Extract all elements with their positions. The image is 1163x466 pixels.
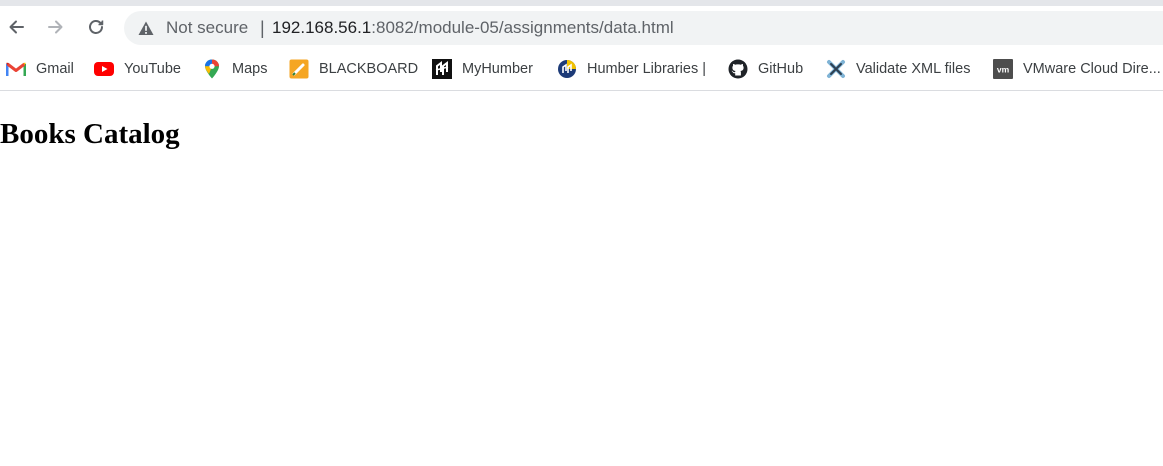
bookmark-label: YouTube xyxy=(124,61,181,77)
forward-button[interactable] xyxy=(41,12,71,42)
github-icon xyxy=(728,59,748,79)
bookmark-label: Humber Libraries | xyxy=(587,61,707,77)
bookmark-github[interactable]: GitHub xyxy=(728,50,803,88)
bookmark-gmail[interactable]: Gmail xyxy=(6,50,74,88)
bookmark-label: BLACKBOARD xyxy=(319,61,419,77)
page-content: Books Catalog xyxy=(0,91,1163,466)
bookmark-label: VMware Cloud Dire... xyxy=(1023,61,1161,77)
url-host: 192.168.56.1 xyxy=(272,18,372,37)
bookmark-blackboard[interactable]: BLACKBOARD xyxy=(289,50,418,88)
address-bar[interactable]: Not secure | 192.168.56.1:8082/module-05… xyxy=(124,11,1163,45)
bookmark-myhumber[interactable]: MyHumber xyxy=(432,50,533,88)
bookmarks-bar: Gmail YouTube Maps BLACKBOARD MyHumber H… xyxy=(0,50,1163,91)
url-text[interactable]: 192.168.56.1:8082/module-05/assignments/… xyxy=(272,11,674,45)
bookmark-validate-xml[interactable]: Validate XML files xyxy=(826,50,970,88)
bookmark-vmware-cloud[interactable]: vm VMware Cloud Dire... xyxy=(993,50,1161,88)
bookmark-label: Maps xyxy=(232,61,268,77)
humber-libraries-icon xyxy=(557,59,577,79)
warning-icon[interactable] xyxy=(138,21,154,36)
address-separator: | xyxy=(260,18,265,38)
bookmark-label: Gmail xyxy=(36,61,74,77)
reload-button[interactable] xyxy=(81,12,111,42)
browser-toolbar: Not secure | 192.168.56.1:8082/module-05… xyxy=(0,6,1163,50)
blackboard-icon xyxy=(289,59,309,79)
url-path: :8082/module-05/assignments/data.html xyxy=(371,18,674,37)
reload-icon xyxy=(87,18,105,36)
youtube-icon xyxy=(94,59,114,79)
bookmark-maps[interactable]: Maps xyxy=(202,50,267,88)
bookmark-youtube[interactable]: YouTube xyxy=(94,50,181,88)
page-title: Books Catalog xyxy=(0,118,180,150)
bookmark-label: Validate XML files xyxy=(856,61,971,77)
vmware-icon: vm xyxy=(993,59,1013,79)
forward-arrow-icon xyxy=(47,18,65,36)
back-arrow-icon xyxy=(7,18,25,36)
gmail-icon xyxy=(6,59,26,79)
security-status-label[interactable]: Not secure xyxy=(166,11,248,45)
maps-icon xyxy=(202,59,222,79)
svg-text:vm: vm xyxy=(997,65,1010,75)
xml-validator-icon xyxy=(826,59,846,79)
bookmark-label: GitHub xyxy=(758,61,804,77)
myhumber-icon xyxy=(432,59,452,79)
back-button[interactable] xyxy=(1,12,31,42)
bookmark-humber-libraries[interactable]: Humber Libraries | xyxy=(557,50,706,88)
bookmark-label: MyHumber xyxy=(462,61,533,77)
